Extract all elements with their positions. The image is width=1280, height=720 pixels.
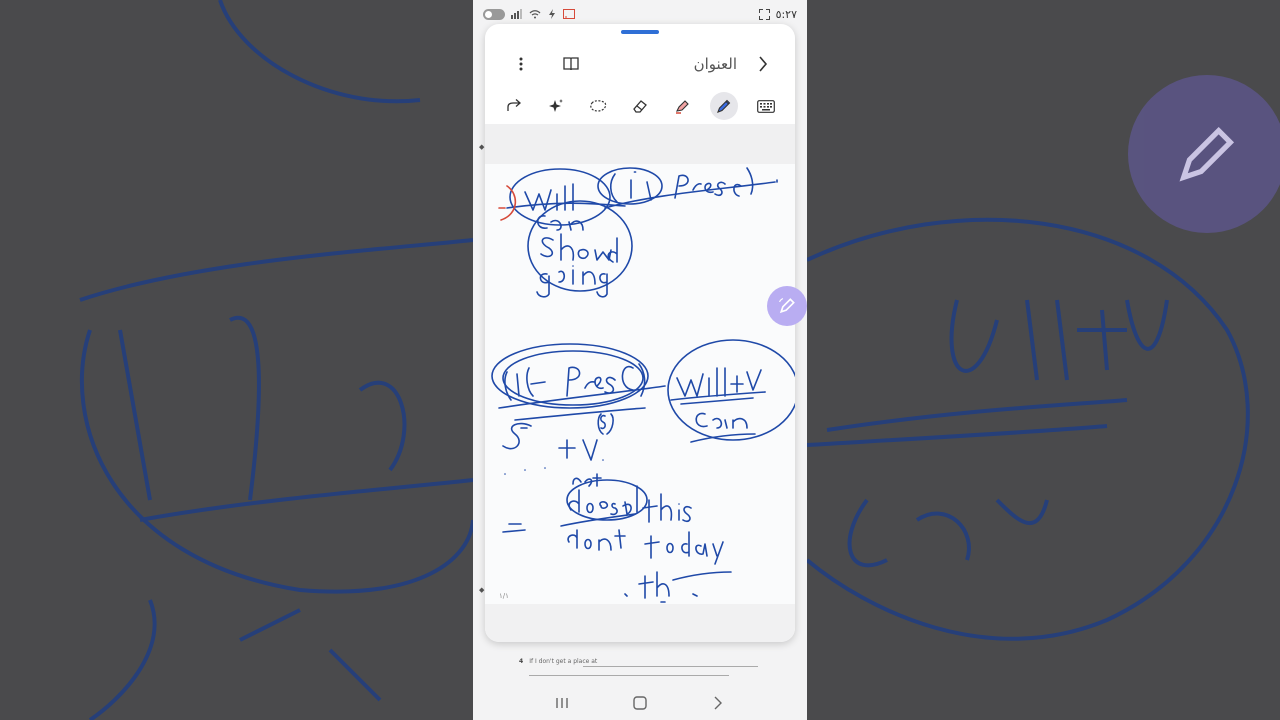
fullscreen-icon (758, 8, 770, 20)
drag-handle[interactable] (621, 30, 659, 34)
ai-sparkle-icon[interactable] (542, 92, 570, 120)
status-icons-right: ٥:٢٧ (758, 7, 797, 21)
background-fab-blur (1128, 75, 1280, 233)
system-nav-bar (473, 686, 807, 720)
keyboard-icon[interactable] (752, 92, 780, 120)
margin-marker: ◆ (479, 143, 485, 151)
handwritten-ink (491, 167, 795, 603)
page-bottom-margin (485, 604, 795, 642)
lasso-icon[interactable] (584, 92, 612, 120)
note-title[interactable]: العنوان (694, 55, 737, 73)
pen-fab-button[interactable] (767, 286, 807, 326)
margin-marker: ◆ (479, 586, 485, 594)
battery-saver-icon (483, 8, 505, 20)
status-time: ٥:٢٧ (775, 7, 797, 21)
status-icons-left (483, 8, 575, 20)
handwriting-canvas[interactable] (485, 164, 795, 604)
home-icon[interactable] (626, 689, 654, 717)
cast-icon (563, 9, 575, 19)
charging-icon (549, 9, 555, 19)
wifi-icon (529, 10, 541, 19)
answer-line (583, 666, 758, 667)
back-icon[interactable] (704, 689, 732, 717)
highlighter-icon[interactable] (668, 92, 696, 120)
pen-icon[interactable] (710, 92, 738, 120)
recent-apps-icon[interactable] (548, 689, 576, 717)
pen-signal-icon (778, 297, 795, 314)
page-number: ١/١ (499, 592, 509, 600)
reading-mode-icon[interactable] (557, 50, 585, 78)
title-bar: العنوان (485, 44, 795, 84)
title-group: العنوان (694, 50, 777, 78)
page-top-margin (485, 124, 795, 164)
note-sheet: العنوان ١/١ (485, 24, 795, 642)
eraser-icon[interactable] (626, 92, 654, 120)
signal-icon (511, 9, 522, 19)
phone-screen: ٥:٢٧ 4 If I don't get a place at ◆ ◆ الع… (473, 0, 807, 720)
worksheet-line-text: If I don't get a place at (529, 658, 598, 665)
back-chevron-icon[interactable] (749, 50, 777, 78)
redo-icon[interactable] (500, 92, 528, 120)
title-actions (507, 50, 585, 78)
worksheet-line-number: 4 (519, 658, 524, 665)
background-blur-left (0, 0, 473, 720)
more-options-icon[interactable] (507, 50, 535, 78)
drawing-toolbar (485, 88, 795, 124)
answer-line (529, 675, 729, 676)
worksheet-line: 4 If I don't get a place at (519, 658, 597, 665)
